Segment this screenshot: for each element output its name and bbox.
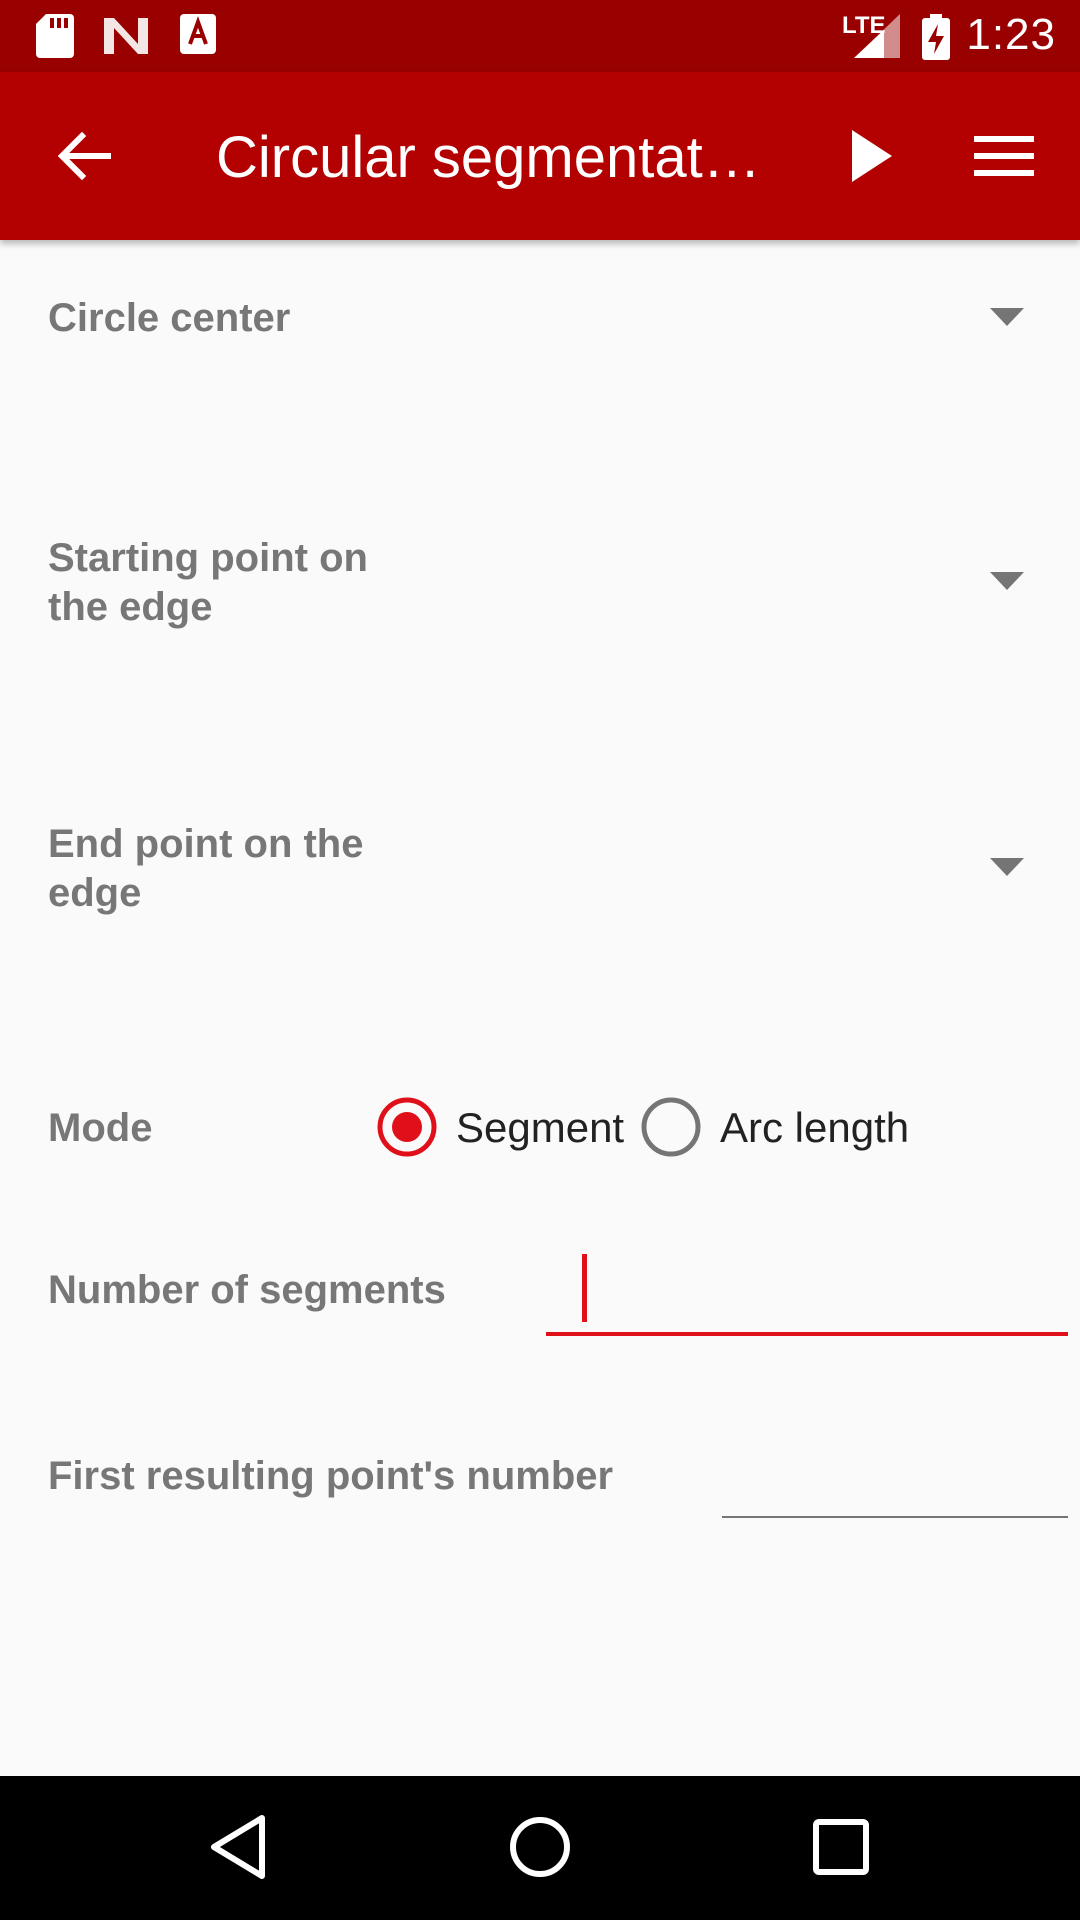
arrow-left-icon[interactable] (52, 124, 116, 188)
nav-home-icon[interactable] (505, 1812, 575, 1882)
nav-recents-icon[interactable] (806, 1812, 876, 1882)
navigation-bar (0, 1776, 1080, 1920)
clock: 1:23 (966, 10, 1056, 59)
chevron-down-icon (990, 858, 1024, 876)
circle-center-dropdown[interactable]: Circle center (0, 260, 1080, 380)
segment-option-label: Segment (456, 1104, 625, 1151)
starting-point-label: Starting point on the edge (48, 536, 368, 629)
status-bar: LTE 1:23 (0, 0, 1080, 72)
font-icon (180, 14, 216, 54)
mode-label: Mode (48, 1106, 153, 1150)
sd-card-icon (36, 14, 74, 58)
text-cursor (582, 1254, 587, 1322)
circle-center-label: Circle center (48, 296, 291, 340)
starting-point-dropdown[interactable]: Starting point on the edge (0, 510, 1080, 650)
nav-back-icon[interactable] (206, 1812, 276, 1882)
chevron-down-icon (990, 572, 1024, 590)
number-of-segments-row: Number of segments (0, 1240, 1080, 1340)
page-title: Circular segmentat… (216, 125, 761, 190)
mode-option-arc-length[interactable]: Arc length (640, 1096, 940, 1164)
battery-charging-icon (922, 14, 950, 60)
signal-icon (854, 14, 900, 58)
input-underline (722, 1516, 1068, 1518)
mode-row: Mode Segment Arc length (0, 1090, 1080, 1170)
end-point-dropdown[interactable]: End point on the edge (0, 796, 1080, 936)
app-bar: Circular segmentat… (0, 72, 1080, 240)
first-point-number-input[interactable] (722, 1430, 1068, 1520)
n-logo-icon (104, 18, 148, 54)
input-underline-focused (546, 1332, 1068, 1336)
number-of-segments-input[interactable] (546, 1240, 1068, 1340)
end-point-label: End point on the edge (48, 822, 364, 915)
number-of-segments-label: Number of segments (48, 1268, 446, 1312)
first-point-number-label: First resulting point's number (48, 1454, 614, 1498)
arc-length-option-label: Arc length (720, 1104, 910, 1151)
first-point-number-row: First resulting point's number (0, 1430, 1080, 1530)
menu-icon[interactable] (972, 126, 1036, 186)
mode-option-segment[interactable]: Segment (376, 1096, 636, 1164)
radio-selected-icon[interactable] (376, 1096, 438, 1158)
play-icon[interactable] (842, 126, 902, 186)
radio-unselected-icon[interactable] (640, 1096, 702, 1158)
chevron-down-icon (990, 308, 1024, 326)
